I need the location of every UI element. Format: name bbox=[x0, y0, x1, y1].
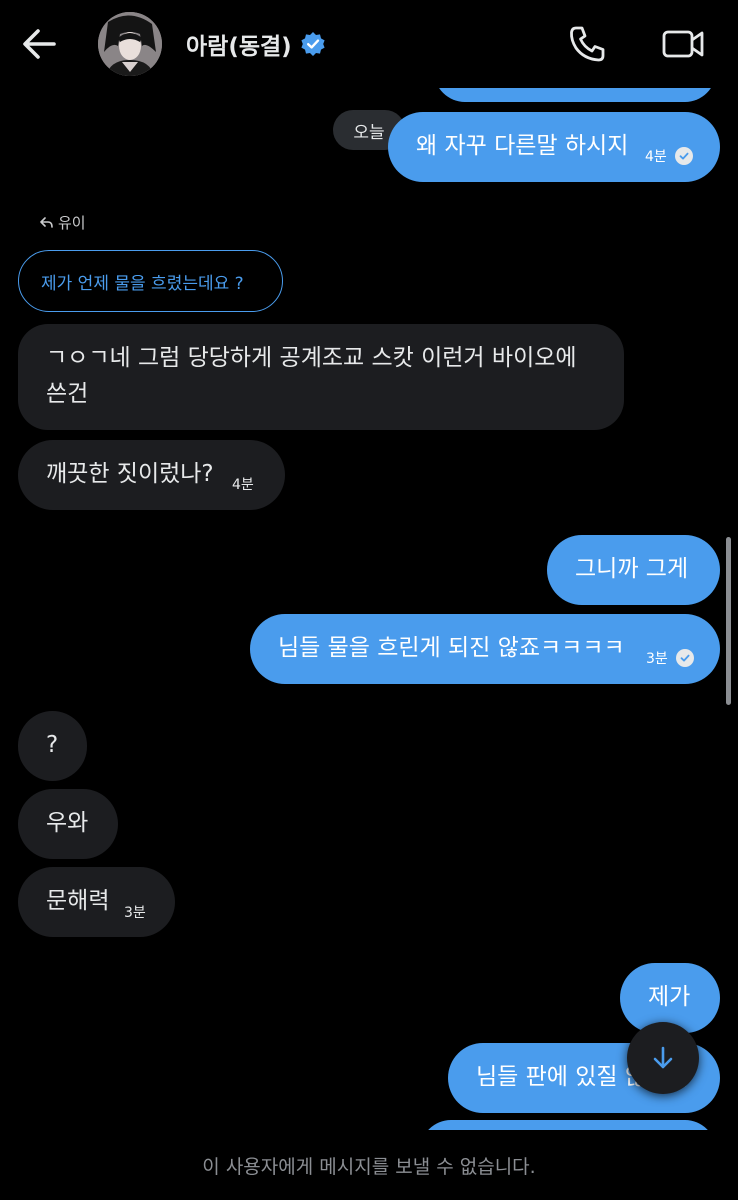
message-text: 깨끗한 짓이렀나? bbox=[46, 461, 214, 487]
message-text: 제가 bbox=[648, 984, 691, 1010]
message-bubble[interactable]: 우와 bbox=[18, 789, 118, 859]
reply-quote[interactable]: 제가 언제 물을 흐렸는데요 ? bbox=[18, 250, 283, 312]
message-time: 3분 bbox=[646, 651, 668, 667]
message-bubble-partial[interactable] bbox=[420, 1120, 716, 1130]
message-text: 문해력 bbox=[46, 888, 110, 914]
reply-icon bbox=[40, 216, 53, 228]
reply-to-name: 유이 bbox=[58, 214, 86, 232]
back-button[interactable] bbox=[20, 24, 60, 64]
message-meta: 3분 bbox=[124, 902, 146, 922]
message-text: 님들 물을 흐린게 되진 않죠ㅋㅋㅋㅋ bbox=[278, 635, 625, 661]
verified-badge-icon bbox=[301, 32, 325, 56]
video-call-button[interactable] bbox=[660, 24, 706, 64]
message-list[interactable]: 오늘 왜 자꾸 다른말 하시지 4분 유이 제가 언제 물을 흐렸는데요 ? ㄱ… bbox=[0, 0, 738, 1130]
video-camera-icon bbox=[662, 30, 704, 58]
message-text: 우와 bbox=[46, 810, 89, 836]
read-check-icon bbox=[675, 649, 694, 667]
scroll-to-bottom-button[interactable] bbox=[627, 1022, 699, 1094]
message-bubble[interactable]: 문해력 bbox=[18, 867, 175, 937]
read-check-icon bbox=[674, 147, 693, 165]
message-meta: 4분 bbox=[645, 146, 693, 166]
cannot-message-notice: 이 사용자에게 메시지를 보낼 수 없습니다. bbox=[0, 1130, 738, 1200]
message-text: 그니까 그게 bbox=[575, 556, 689, 582]
arrow-down-icon bbox=[653, 1046, 673, 1069]
message-time: 3분 bbox=[124, 905, 146, 921]
scrollbar[interactable] bbox=[726, 537, 731, 705]
message-time: 4분 bbox=[232, 477, 254, 493]
call-button[interactable] bbox=[566, 24, 608, 64]
message-bubble[interactable]: ? bbox=[18, 711, 87, 781]
contact-title[interactable]: 아람(동결) bbox=[186, 26, 326, 62]
message-bubble[interactable]: 그니까 그게 bbox=[547, 535, 720, 605]
message-text: ? bbox=[46, 732, 59, 758]
phone-icon bbox=[570, 26, 605, 62]
message-text-line: ㄱㅇㄱ네 그럼 당당하게 공계조교 스캇 이런거 바이오에 bbox=[46, 345, 577, 371]
message-meta: 4분 bbox=[232, 474, 254, 494]
message-time: 4분 bbox=[645, 149, 667, 165]
message-text: 왜 자꾸 다른말 하시지 bbox=[416, 133, 629, 159]
back-arrow-icon bbox=[23, 29, 56, 59]
conversation-header: 아람(동결) bbox=[0, 0, 738, 88]
message-meta: 3분 bbox=[646, 648, 694, 668]
contact-name: 아람(동결) bbox=[186, 34, 292, 60]
avatar[interactable] bbox=[98, 12, 162, 76]
message-text-line: 쓴건 bbox=[46, 381, 89, 407]
message-bubble[interactable]: ㄱㅇㄱ네 그럼 당당하게 공계조교 스캇 이런거 바이오에 쓴건 bbox=[18, 324, 624, 430]
reply-label: 유이 bbox=[40, 212, 86, 233]
